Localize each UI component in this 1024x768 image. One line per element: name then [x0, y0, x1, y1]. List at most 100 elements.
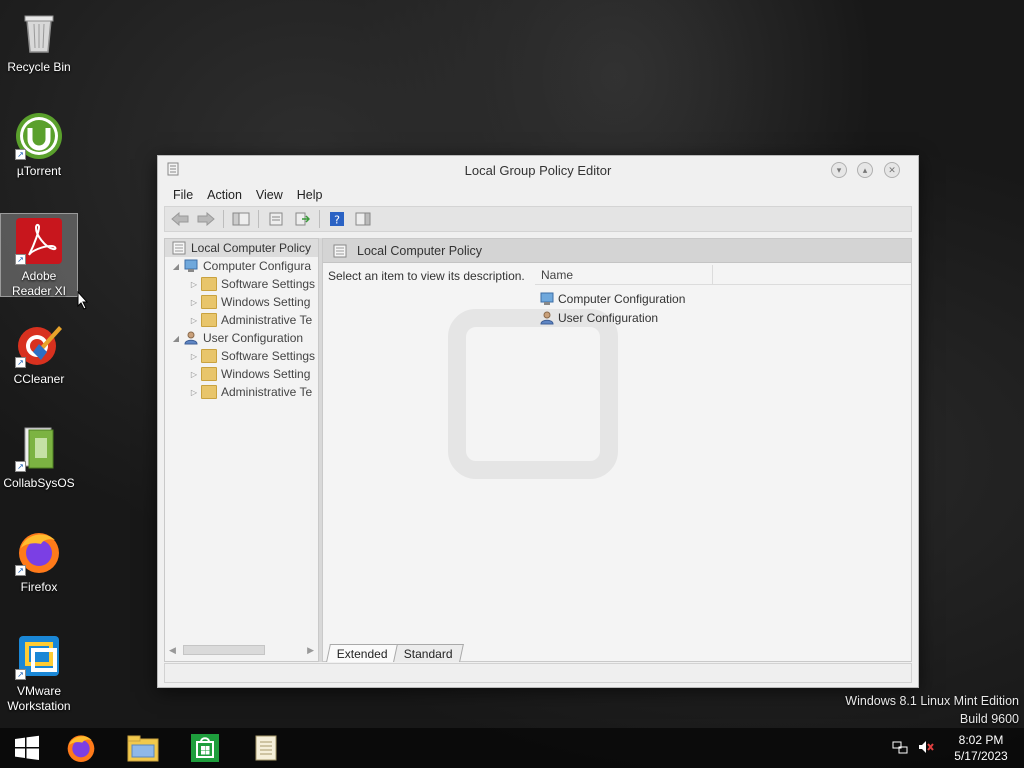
desktop-icon-firefox[interactable]: ↗ Firefox	[0, 528, 78, 595]
forward-button[interactable]	[195, 209, 217, 229]
policy-editor-app-icon	[167, 162, 179, 176]
desktop-icon-label: CCleaner	[13, 372, 65, 386]
list-column-header: Name	[535, 265, 911, 285]
tree-item-label: Software Settings	[221, 349, 316, 363]
menu-file[interactable]: File	[166, 188, 200, 202]
scroll-left-icon[interactable]: ◀	[169, 645, 176, 656]
tree-item-administrative-templates[interactable]: ▷ Administrative Te	[165, 383, 318, 401]
taskbar-store[interactable]	[178, 728, 232, 768]
tree-item-software-settings[interactable]: ▷ Software Settings	[165, 347, 318, 365]
clock-date: 5/17/2023	[954, 749, 1008, 763]
shortcut-arrow-icon: ↗	[15, 565, 26, 576]
desktop-icon-recycle-bin[interactable]: Recycle Bin	[0, 8, 78, 75]
details-pane-header: Local Computer Policy	[323, 239, 911, 263]
shortcut-arrow-icon: ↗	[15, 254, 26, 265]
notepad-icon	[255, 735, 277, 761]
desktop-icon-vmware[interactable]: ↗ VMware Workstation	[0, 632, 78, 714]
scroll-right-icon[interactable]: ▶	[307, 645, 314, 656]
taskbar: 8:02 PM 5/17/2023	[0, 728, 1024, 768]
details-pane-title: Local Computer Policy	[357, 243, 483, 258]
tree-item-user-configuration[interactable]: ◢ User Configuration	[165, 329, 318, 347]
ccleaner-icon: ↗	[15, 320, 63, 368]
column-header-name[interactable]: Name	[535, 265, 713, 284]
minimize-button[interactable]: ▾	[831, 162, 847, 178]
windows-logo-icon	[15, 735, 39, 760]
build-number: Build 9600	[959, 712, 1019, 726]
show-hide-tree-button[interactable]	[230, 209, 252, 229]
edition-name: Windows 8.1 Linux Mint Edition	[845, 694, 1019, 708]
tree-item-computer-configuration[interactable]: ◢ Computer Configura	[165, 257, 318, 275]
group-policy-editor-window[interactable]: Local Group Policy Editor ▾ ▴ ✕ File Act…	[157, 155, 919, 688]
tree-item-windows-settings[interactable]: ▷ Windows Setting	[165, 365, 318, 383]
list-item-user-configuration[interactable]: User Configuration	[539, 308, 685, 327]
back-arrow-icon	[171, 212, 189, 226]
console-tree[interactable]: Local Computer Policy ◢ Computer Configu…	[164, 238, 319, 662]
desktop-icon-ccleaner[interactable]: ↗ CCleaner	[0, 320, 78, 387]
help-icon: ?	[330, 212, 344, 227]
tree-item-label: User Configuration	[203, 331, 304, 345]
tree-horizontal-scrollbar[interactable]: ◀ ▶	[169, 643, 314, 657]
desktop-icon-utorrent[interactable]: ↗ µTorrent	[0, 112, 78, 179]
description-text: Select an item to view its description.	[328, 269, 525, 283]
user-icon	[540, 311, 554, 324]
vmware-workstation-icon: ↗	[15, 632, 63, 680]
policy-icon	[172, 241, 186, 255]
folder-icon	[201, 313, 217, 327]
help-button[interactable]: ?	[326, 209, 348, 229]
tree-item-administrative-templates[interactable]: ▷ Administrative Te	[165, 311, 318, 329]
console-content: Local Computer Policy ◢ Computer Configu…	[164, 238, 912, 662]
computer-icon	[184, 259, 198, 272]
title-bar[interactable]: Local Group Policy Editor ▾ ▴ ✕	[158, 156, 918, 184]
list-item-label: User Configuration	[558, 310, 659, 325]
list-item-computer-configuration[interactable]: Computer Configuration	[539, 289, 685, 308]
expand-arrow-icon[interactable]: ▷	[189, 370, 199, 379]
expand-arrow-icon[interactable]: ▷	[189, 352, 199, 361]
status-bar	[164, 663, 912, 683]
desktop-icon-adobe-reader[interactable]: ↗ Adobe Reader XI	[0, 213, 78, 298]
menu-action[interactable]: Action	[200, 188, 249, 202]
firefox-icon: ↗	[15, 528, 63, 576]
windows-edition-watermark: Windows 8.1 Linux Mint Edition Build 960…	[845, 692, 1019, 728]
action-pane-button[interactable]	[352, 209, 374, 229]
window-title: Local Group Policy Editor	[464, 162, 612, 178]
collapse-arrow-icon[interactable]: ◢	[171, 334, 181, 343]
user-icon	[184, 331, 198, 345]
properties-button[interactable]	[265, 209, 287, 229]
volume-muted-icon[interactable]	[918, 739, 934, 758]
network-icon[interactable]	[892, 739, 908, 758]
taskbar-file-explorer[interactable]	[116, 728, 170, 768]
tab-extended[interactable]: Extended	[326, 644, 399, 662]
menu-view[interactable]: View	[249, 188, 290, 202]
maximize-button[interactable]: ▴	[857, 162, 873, 178]
desktop-icon-label: VMware Workstation	[7, 684, 71, 713]
back-button[interactable]	[169, 209, 191, 229]
expand-arrow-icon[interactable]: ▷	[189, 316, 199, 325]
menu-help[interactable]: Help	[290, 188, 330, 202]
action-pane-icon	[355, 212, 371, 226]
collabsysos-icon: ↗	[15, 424, 63, 472]
clock-time: 8:02 PM	[958, 733, 1004, 747]
folder-icon	[201, 277, 217, 291]
collapse-arrow-icon[interactable]: ◢	[171, 262, 181, 271]
clock[interactable]: 8:02 PM 5/17/2023	[938, 732, 1024, 764]
view-tabs: Extended Standard	[322, 640, 464, 662]
expand-arrow-icon[interactable]: ▷	[189, 388, 199, 397]
close-button[interactable]: ✕	[884, 162, 900, 178]
taskbar-notepad[interactable]	[240, 728, 294, 768]
toolbar-separator	[258, 210, 259, 228]
tree-item-windows-settings[interactable]: ▷ Windows Setting	[165, 293, 318, 311]
start-button[interactable]	[0, 728, 54, 768]
expand-arrow-icon[interactable]: ▷	[189, 298, 199, 307]
taskbar-firefox[interactable]	[54, 728, 108, 768]
folder-icon	[201, 367, 217, 381]
tree-item-local-computer-policy[interactable]: Local Computer Policy	[165, 239, 318, 257]
tree-item-label: Local Computer Policy	[191, 241, 312, 255]
tab-standard[interactable]: Standard	[392, 644, 464, 662]
expand-arrow-icon[interactable]: ▷	[189, 280, 199, 289]
scrollbar-thumb[interactable]	[183, 645, 265, 655]
tree-item-software-settings[interactable]: ▷ Software Settings	[165, 275, 318, 293]
desktop-icon-collabsysos[interactable]: ↗ CollabSysOS	[0, 424, 78, 491]
policy-icon	[333, 244, 347, 257]
mouse-cursor-icon	[77, 291, 89, 310]
export-list-button[interactable]	[291, 209, 313, 229]
